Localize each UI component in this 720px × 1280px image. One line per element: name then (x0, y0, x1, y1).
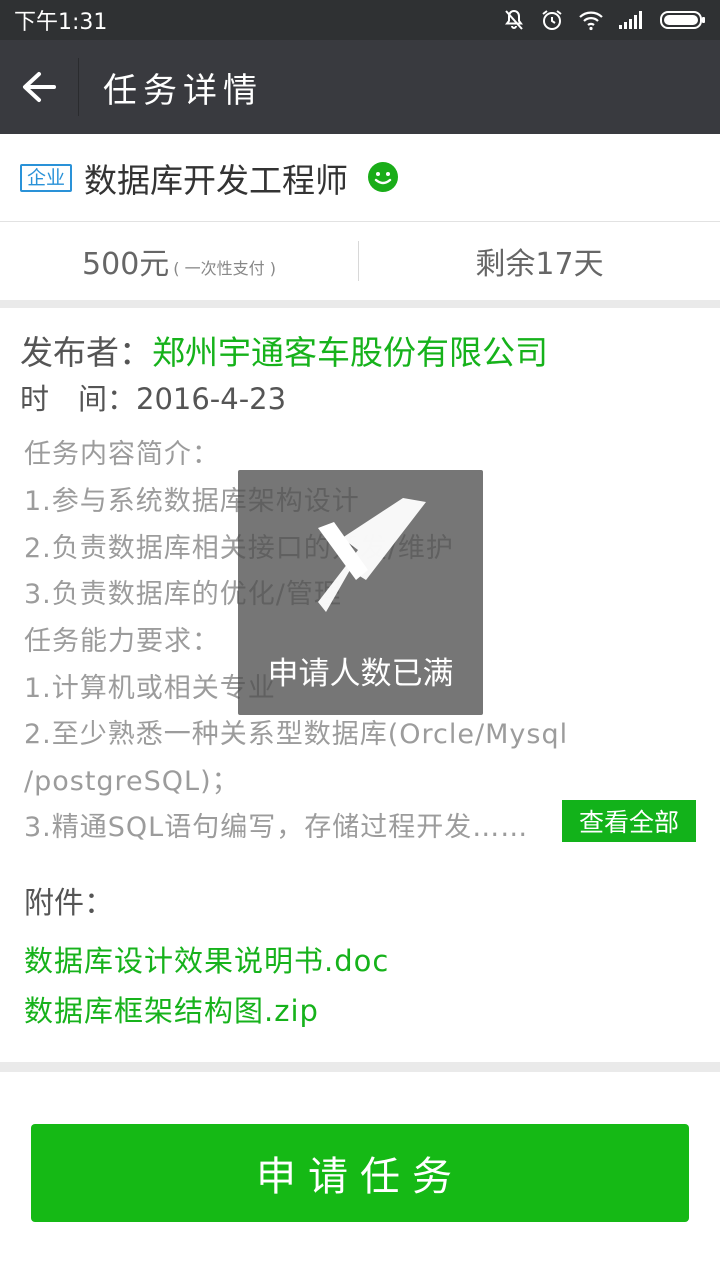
description-line: 任务能力要求： (24, 626, 220, 657)
description-line: /postgreSQL)； (24, 766, 240, 797)
attachment-link[interactable]: 数据库设计效果说明书.doc (24, 938, 389, 980)
section-gap (0, 1062, 720, 1072)
back-button[interactable] (0, 40, 78, 134)
back-arrow-icon (23, 72, 56, 102)
wifi-icon (579, 11, 603, 31)
description-line: 3.精通SQL语句编写，存储过程开发…… (24, 812, 529, 843)
close-x-icon (318, 498, 426, 612)
overlay-message: 申请人数已满 (267, 656, 454, 692)
price-amount: 500元 (82, 247, 170, 282)
title-divider (78, 58, 79, 116)
remaining-days: 剩余17天 (475, 247, 604, 282)
view-all-button[interactable]: 查看全部 (562, 800, 696, 842)
price-cell: 500元 ( 一次性支付 ) (0, 239, 358, 283)
price-row: 500元 ( 一次性支付 ) 剩余17天 (0, 222, 720, 300)
publisher-label: 发布者： (20, 333, 152, 372)
status-time: 下午1:31 (14, 10, 108, 35)
mute-icon (505, 9, 523, 30)
task-title: 数据库开发工程师 (84, 160, 349, 200)
description-line: 任务内容简介： (24, 439, 220, 470)
payment-note: ( 一次性支付 ) (173, 259, 276, 278)
apply-task-button[interactable]: 申请任务 (31, 1124, 689, 1222)
attachments-title: 附件： (24, 886, 114, 921)
battery-icon (660, 11, 705, 29)
signal-icon (619, 11, 642, 29)
publish-time: 时 间：2016-4-23 (20, 382, 287, 416)
section-gap (0, 300, 720, 308)
attachment-link[interactable]: 数据库框架结构图.zip (24, 988, 319, 1030)
page-title: 任务详情 (103, 70, 263, 111)
title-bar: 任务详情 (0, 40, 720, 134)
task-header: 企业 数据库开发工程师 (0, 134, 720, 222)
enterprise-badge: 企业 (20, 163, 73, 192)
publisher-name[interactable]: 郑州宇通客车股份有限公司 (152, 333, 548, 372)
alarm-icon (542, 10, 562, 30)
full-applicants-toast: 申请人数已满 (238, 470, 483, 715)
wechat-smile-icon[interactable] (366, 161, 400, 195)
status-bar: 下午1:31 (0, 0, 720, 40)
status-icons (502, 8, 706, 32)
publisher-line: 发布者：郑州宇通客车股份有限公司 (20, 326, 548, 374)
description-line: 2.至少熟悉一种关系型数据库(Orcle/Mysql (24, 719, 569, 750)
